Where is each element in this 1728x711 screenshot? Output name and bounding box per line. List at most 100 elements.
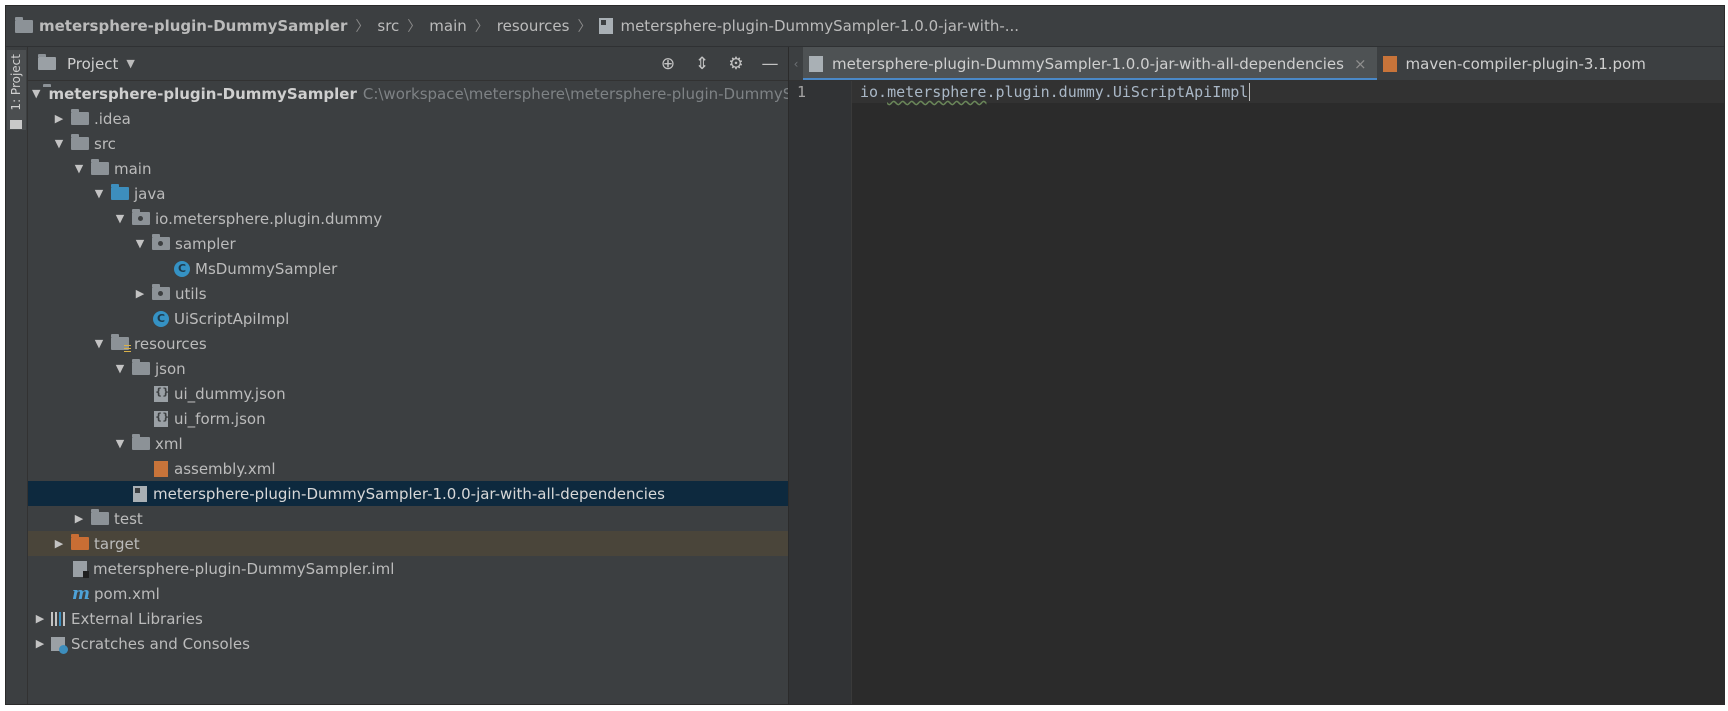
source-folder-icon bbox=[111, 184, 129, 200]
maven-pom-icon bbox=[1382, 55, 1397, 72]
tree-node-external-libraries[interactable]: ▶ External Libraries bbox=[28, 606, 788, 631]
excluded-folder-icon bbox=[71, 534, 89, 550]
folder-icon bbox=[71, 109, 89, 125]
breadcrumb-project[interactable]: metersphere-plugin-DummySampler bbox=[15, 16, 347, 35]
tree-node-xml[interactable]: ▼ xml bbox=[28, 431, 788, 456]
collapsed-arrow-icon[interactable]: ▶ bbox=[51, 537, 67, 550]
project-header: Project ▼ ⊕ ⇕ ⚙ — bbox=[28, 47, 788, 81]
breadcrumb-separator: 〉 bbox=[407, 19, 422, 35]
expand-arrow-icon[interactable]: ▼ bbox=[112, 437, 128, 450]
expand-arrow-icon[interactable]: ▼ bbox=[32, 87, 40, 100]
xml-file-icon bbox=[154, 460, 168, 477]
expand-arrow-icon[interactable]: ▼ bbox=[132, 237, 148, 250]
breadcrumb-file[interactable]: metersphere-plugin-DummySampler-1.0.0-ja… bbox=[599, 17, 1019, 35]
locate-icon[interactable]: ⊕ bbox=[658, 54, 678, 74]
tab-jar-dependencies[interactable]: metersphere-plugin-DummySampler-1.0.0-ja… bbox=[803, 47, 1377, 80]
folder-icon bbox=[91, 159, 109, 175]
tree-node-uiscriptapiimpl[interactable]: C UiScriptApiImpl bbox=[28, 306, 788, 331]
breadcrumb: metersphere-plugin-DummySampler 〉 src 〉 … bbox=[6, 6, 1724, 47]
folder-icon bbox=[132, 434, 150, 450]
code-editor[interactable]: io. metersphere .plugin.dummy.UiScriptApiI… bbox=[852, 81, 1724, 704]
folder-icon bbox=[10, 120, 22, 129]
collapsed-arrow-icon[interactable]: ▶ bbox=[132, 287, 148, 300]
tree-node-jar-dependencies[interactable]: metersphere-plugin-DummySampler-1.0.0-ja… bbox=[28, 481, 788, 506]
scratches-icon bbox=[51, 636, 68, 654]
module-folder-icon bbox=[15, 16, 33, 33]
folder-icon bbox=[91, 509, 109, 525]
tree-node-utils[interactable]: ▶ utils bbox=[28, 281, 788, 306]
project-tree: ▼ metersphere-plugin-DummySampler C:\wor… bbox=[28, 81, 845, 656]
code-line[interactable]: io. metersphere .plugin.dummy.UiScriptApiI… bbox=[852, 81, 1724, 103]
iml-file-icon bbox=[73, 560, 89, 578]
spelling-warning: metersphere bbox=[887, 83, 987, 101]
tree-node-msdummysampler[interactable]: C MsDummySampler bbox=[28, 256, 788, 281]
tree-node-iml[interactable]: metersphere-plugin-DummySampler.iml bbox=[28, 556, 788, 581]
expand-arrow-icon[interactable]: ▼ bbox=[112, 212, 128, 225]
tree-node-src[interactable]: ▼ src bbox=[28, 131, 788, 156]
close-icon[interactable]: × bbox=[1354, 55, 1367, 73]
tree-node-ui-dummy-json[interactable]: ui_dummy.json bbox=[28, 381, 788, 406]
jar-file-icon bbox=[133, 485, 147, 502]
expand-arrow-icon[interactable]: ▼ bbox=[71, 162, 87, 175]
java-class-icon: C bbox=[174, 260, 190, 277]
tree-node-scratches[interactable]: ▶ Scratches and Consoles bbox=[28, 631, 788, 656]
expand-arrow-icon[interactable]: ▼ bbox=[91, 337, 107, 350]
tree-node-assembly-xml[interactable]: assembly.xml bbox=[28, 456, 788, 481]
libraries-icon bbox=[51, 611, 65, 626]
collapsed-arrow-icon[interactable]: ▶ bbox=[32, 612, 48, 625]
tree-node-resources[interactable]: ▼ resources bbox=[28, 331, 788, 356]
project-view-icon bbox=[38, 54, 56, 70]
jar-file-icon bbox=[599, 18, 614, 34]
project-tool-tab-label: 1: Project bbox=[9, 54, 23, 111]
breadcrumb-separator: 〉 bbox=[355, 19, 370, 35]
tree-node-java[interactable]: ▼ java bbox=[28, 181, 788, 206]
line-gutter: 1 bbox=[789, 81, 852, 704]
json-file-icon bbox=[154, 410, 169, 427]
expand-arrow-icon[interactable]: ▼ bbox=[51, 137, 67, 150]
tree-node-root[interactable]: ▼ metersphere-plugin-DummySampler C:\wor… bbox=[28, 81, 845, 106]
collapsed-arrow-icon[interactable]: ▶ bbox=[32, 637, 48, 650]
expand-arrow-icon[interactable]: ▼ bbox=[112, 362, 128, 375]
tree-node-package[interactable]: ▼ io.metersphere.plugin.dummy bbox=[28, 206, 788, 231]
collapsed-arrow-icon[interactable]: ▶ bbox=[51, 112, 67, 125]
jar-file-icon bbox=[809, 55, 823, 72]
breadcrumb-separator: 〉 bbox=[474, 19, 489, 35]
chevron-down-icon[interactable]: ▼ bbox=[126, 57, 134, 70]
tree-node-json[interactable]: ▼ json bbox=[28, 356, 788, 381]
ide-window: metersphere-plugin-DummySampler 〉 src 〉 … bbox=[5, 5, 1725, 705]
tree-node-ui-form-json[interactable]: ui_form.json bbox=[28, 406, 788, 431]
folder-icon bbox=[132, 359, 150, 375]
breadcrumb-main[interactable]: main bbox=[429, 17, 466, 35]
folder-icon bbox=[71, 134, 89, 150]
breadcrumb-resources[interactable]: resources bbox=[497, 17, 570, 35]
tab-maven-compiler-pom[interactable]: maven-compiler-plugin-3.1.pom bbox=[1377, 47, 1656, 80]
tree-node-sampler[interactable]: ▼ sampler bbox=[28, 231, 788, 256]
gear-icon[interactable]: ⚙ bbox=[726, 54, 746, 74]
minimize-icon[interactable]: — bbox=[760, 54, 780, 74]
resources-folder-icon bbox=[111, 334, 131, 352]
project-view-selector[interactable]: Project bbox=[67, 55, 118, 73]
line-number: 1 bbox=[797, 83, 807, 101]
tree-node-idea[interactable]: ▶ .idea bbox=[28, 106, 788, 131]
package-icon bbox=[132, 209, 150, 225]
project-tool-window: Project ▼ ⊕ ⇕ ⚙ — ▼ metersphere-plugin-D… bbox=[28, 47, 845, 704]
left-tool-strip: 1: Project bbox=[6, 47, 28, 704]
breadcrumb-src[interactable]: src bbox=[377, 17, 399, 35]
editor-area: ‹ metersphere-plugin-DummySampler-1.0.0-… bbox=[789, 47, 1724, 704]
tree-node-pom[interactable]: m pom.xml bbox=[28, 581, 788, 606]
project-tool-tab[interactable]: 1: Project bbox=[7, 50, 26, 130]
maven-icon: m bbox=[72, 583, 90, 604]
package-icon bbox=[152, 234, 170, 250]
expand-arrow-icon[interactable]: ▼ bbox=[91, 187, 107, 200]
tree-node-main[interactable]: ▼ main bbox=[28, 156, 788, 181]
package-icon bbox=[152, 284, 170, 300]
json-file-icon bbox=[154, 385, 169, 402]
collapse-all-icon[interactable]: ⇕ bbox=[692, 54, 712, 74]
editor-tabs: ‹ metersphere-plugin-DummySampler-1.0.0-… bbox=[789, 47, 1724, 81]
breadcrumb-separator: 〉 bbox=[577, 19, 592, 35]
tree-node-test[interactable]: ▶ test bbox=[28, 506, 788, 531]
java-class-icon: C bbox=[153, 310, 169, 327]
collapsed-arrow-icon[interactable]: ▶ bbox=[71, 512, 87, 525]
tree-node-target[interactable]: ▶ target bbox=[28, 531, 788, 556]
tab-scroll-left-icon[interactable]: ‹ bbox=[789, 47, 803, 80]
